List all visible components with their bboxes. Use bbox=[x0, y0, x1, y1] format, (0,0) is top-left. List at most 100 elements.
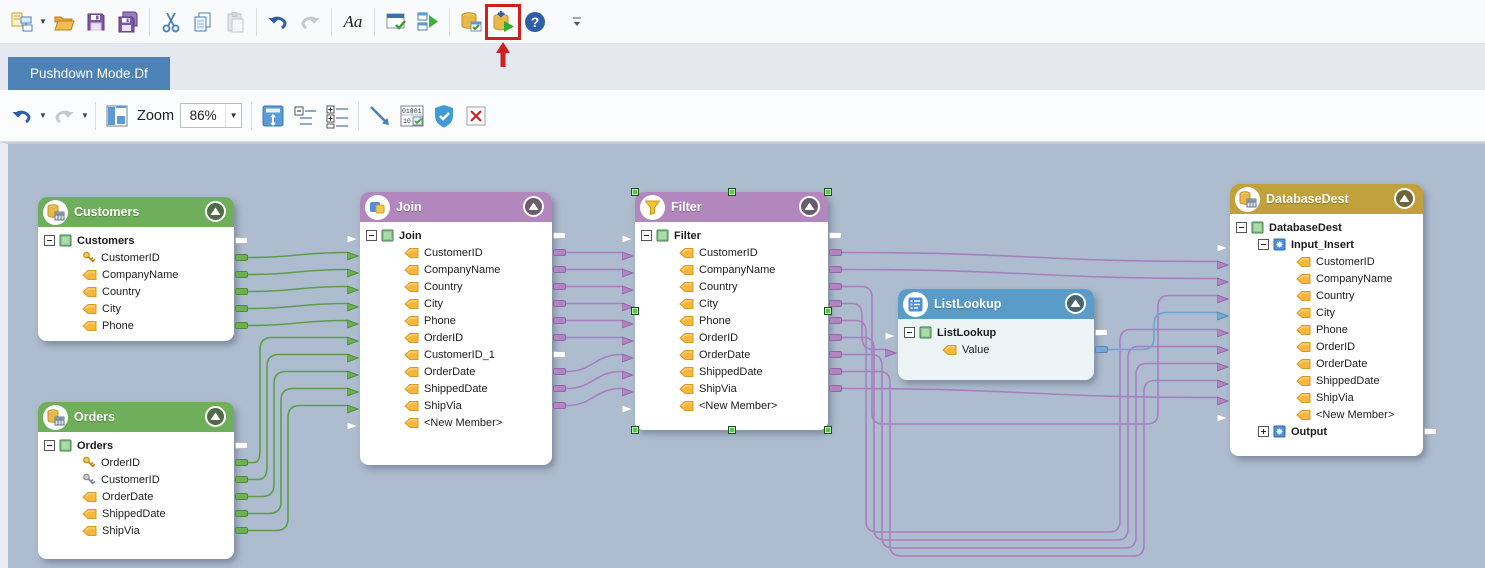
tree-row-companyname[interactable]: CompanyName bbox=[360, 261, 548, 278]
connection-orders-join[interactable] bbox=[248, 406, 347, 531]
in-port-white[interactable] bbox=[347, 418, 359, 428]
connection-customers-join[interactable] bbox=[248, 321, 347, 326]
out-port-green[interactable] bbox=[235, 254, 248, 261]
tree-row-newmember[interactable]: <New Member> bbox=[360, 414, 548, 431]
out-port-green[interactable] bbox=[235, 459, 248, 466]
out-port-purple[interactable] bbox=[829, 249, 842, 256]
tree-row-phone[interactable]: Phone bbox=[360, 312, 548, 329]
connection-customers-join[interactable] bbox=[248, 270, 347, 275]
out-port-purple[interactable] bbox=[553, 317, 566, 324]
in-port-purple[interactable] bbox=[1217, 257, 1229, 267]
tree-row-customers[interactable]: Customers bbox=[38, 232, 230, 249]
out-port-purple[interactable] bbox=[829, 300, 842, 307]
collapse-all-button[interactable] bbox=[289, 100, 321, 132]
tree-row-shipvia[interactable]: ShipVia bbox=[1230, 389, 1419, 406]
out-port-purple[interactable] bbox=[553, 300, 566, 307]
tree-row-value[interactable]: Value bbox=[898, 341, 1090, 358]
selection-handle[interactable] bbox=[824, 307, 832, 315]
zoom-select[interactable]: 86%▼ bbox=[180, 103, 242, 128]
tree-row-shipvia[interactable]: ShipVia bbox=[38, 522, 230, 539]
node-databasedest[interactable]: DatabaseDestDatabaseDestInput_InsertCust… bbox=[1230, 184, 1423, 456]
tree-row-orderdate[interactable]: OrderDate bbox=[635, 346, 824, 363]
tree-row-companyname[interactable]: CompanyName bbox=[1230, 270, 1419, 287]
in-port-green[interactable] bbox=[347, 282, 359, 292]
undo-button[interactable] bbox=[262, 6, 294, 38]
node-header-databasedest[interactable]: DatabaseDest bbox=[1230, 184, 1423, 214]
in-port-white[interactable] bbox=[1217, 240, 1229, 250]
out-port-green[interactable] bbox=[235, 305, 248, 312]
selection-handle[interactable] bbox=[824, 188, 832, 196]
in-port-purple[interactable] bbox=[622, 350, 634, 360]
in-port-white[interactable] bbox=[347, 231, 359, 241]
tree-row-join[interactable]: Join bbox=[360, 227, 548, 244]
expand-all-button[interactable] bbox=[321, 100, 353, 132]
tree-row-customerid_1[interactable]: CustomerID_1 bbox=[360, 346, 548, 363]
node-header-orders[interactable]: Orders bbox=[38, 402, 234, 432]
out-port-white[interactable] bbox=[1424, 428, 1437, 435]
in-port-green[interactable] bbox=[347, 384, 359, 394]
tree-row-customerid[interactable]: CustomerID bbox=[360, 244, 548, 261]
selection-handle[interactable] bbox=[631, 426, 639, 434]
in-port-purple[interactable] bbox=[622, 316, 634, 326]
in-port-purple[interactable] bbox=[622, 248, 634, 258]
connection-filter-databasedest[interactable] bbox=[842, 372, 1217, 557]
tree-row-orderdate[interactable]: OrderDate bbox=[38, 488, 230, 505]
out-port-purple[interactable] bbox=[553, 368, 566, 375]
tree-row-orderdate[interactable]: OrderDate bbox=[1230, 355, 1419, 372]
out-port-purple[interactable] bbox=[553, 334, 566, 341]
tree-row-city[interactable]: City bbox=[1230, 304, 1419, 321]
collapse-node-button[interactable] bbox=[523, 196, 544, 217]
out-port-white[interactable] bbox=[829, 232, 842, 239]
tree-row-phone[interactable]: Phone bbox=[1230, 321, 1419, 338]
canvas[interactable]: CustomersCustomersCustomerIDCompanyNameC… bbox=[0, 142, 1485, 568]
in-port-purple[interactable] bbox=[622, 265, 634, 275]
tree-row-output[interactable]: Output bbox=[1230, 423, 1419, 440]
in-port-purple[interactable] bbox=[885, 345, 897, 355]
node-filter[interactable]: FilterFilterCustomerIDCompanyNameCountry… bbox=[635, 192, 828, 430]
remove-button[interactable] bbox=[460, 100, 492, 132]
tree-row-shipvia[interactable]: ShipVia bbox=[360, 397, 548, 414]
out-port-green[interactable] bbox=[235, 510, 248, 517]
out-port-purple[interactable] bbox=[829, 368, 842, 375]
tree-row-orderid[interactable]: OrderID bbox=[635, 329, 824, 346]
tree-row-customerid[interactable]: CustomerID bbox=[1230, 253, 1419, 270]
tree-row-orderid[interactable]: OrderID bbox=[38, 454, 230, 471]
out-port-purple[interactable] bbox=[829, 266, 842, 273]
in-port-green[interactable] bbox=[347, 299, 359, 309]
out-port-purple[interactable] bbox=[553, 266, 566, 273]
layout-button[interactable] bbox=[101, 100, 133, 132]
connection-filter-listlookup[interactable] bbox=[842, 304, 885, 350]
out-port-purple[interactable] bbox=[553, 385, 566, 392]
expander-minus-icon[interactable] bbox=[1236, 222, 1247, 233]
connection-customers-join[interactable] bbox=[248, 304, 347, 309]
redo-button-caret-icon[interactable]: ▼ bbox=[80, 100, 90, 132]
tree-row-listlookup[interactable]: ListLookup bbox=[898, 324, 1090, 341]
autosize-nodes-button[interactable] bbox=[257, 100, 289, 132]
expander-minus-icon[interactable] bbox=[641, 230, 652, 241]
tree-row-shippeddate[interactable]: ShippedDate bbox=[1230, 372, 1419, 389]
tree-row-customerid[interactable]: CustomerID bbox=[38, 249, 230, 266]
tab-pushdown-mode[interactable]: Pushdown Mode.Df bbox=[8, 57, 170, 90]
in-port-purple[interactable] bbox=[622, 384, 634, 394]
out-port-purple[interactable] bbox=[829, 283, 842, 290]
toolbar-options-button[interactable] bbox=[561, 6, 593, 38]
node-header-join[interactable]: Join bbox=[360, 192, 552, 222]
node-header-listlookup[interactable]: ListLookup bbox=[898, 289, 1094, 319]
selection-handle[interactable] bbox=[631, 188, 639, 196]
in-port-white[interactable] bbox=[622, 231, 634, 241]
pushdown-run-button[interactable] bbox=[487, 6, 519, 38]
out-port-green[interactable] bbox=[235, 322, 248, 329]
tree-row-country[interactable]: Country bbox=[635, 278, 824, 295]
tree-row-databasedest[interactable]: DatabaseDest bbox=[1230, 219, 1419, 236]
font-options-button[interactable]: Aa bbox=[337, 6, 369, 38]
selection-handle[interactable] bbox=[824, 426, 832, 434]
straight-links-button[interactable] bbox=[364, 100, 396, 132]
connection-filter-databasedest[interactable] bbox=[842, 355, 1217, 549]
copy-button[interactable] bbox=[187, 6, 219, 38]
in-port-purple[interactable] bbox=[1217, 359, 1229, 369]
tree-row-input_insert[interactable]: Input_Insert bbox=[1230, 236, 1419, 253]
out-port-purple[interactable] bbox=[829, 385, 842, 392]
connection-join-filter[interactable] bbox=[566, 355, 622, 372]
in-port-purple[interactable] bbox=[622, 333, 634, 343]
tree-row-shippeddate[interactable]: ShippedDate bbox=[360, 380, 548, 397]
